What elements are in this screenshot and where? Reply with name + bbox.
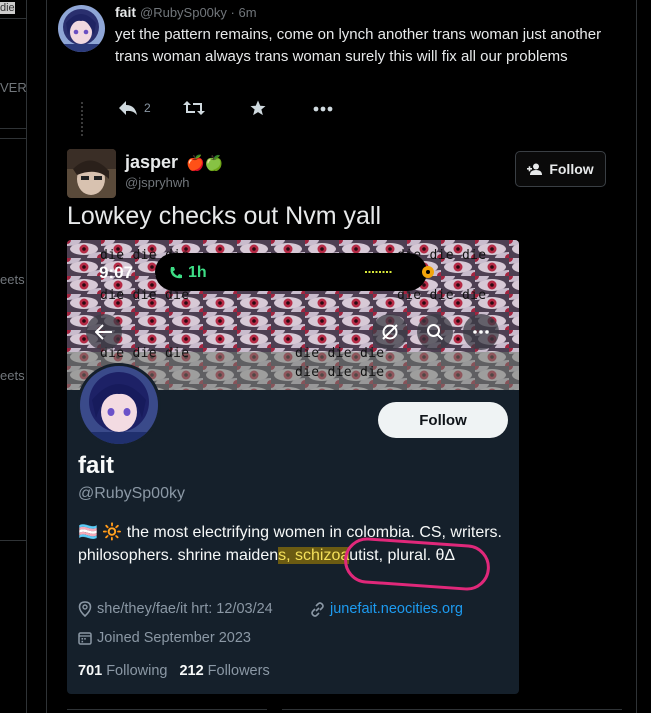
- avatar[interactable]: [67, 149, 116, 198]
- more-button[interactable]: [463, 314, 499, 350]
- followers-count[interactable]: 212 Followers: [179, 663, 269, 679]
- link-icon: [311, 601, 324, 617]
- bio-emoji: 🏳️‍⚧️ 🔆: [78, 524, 123, 541]
- profile-follow-button[interactable]: Follow: [378, 402, 508, 438]
- author-handle[interactable]: @RubySp00ky: [140, 5, 227, 20]
- author-handle-and-time[interactable]: @RubySp00ky · 6m: [140, 5, 257, 20]
- sidebar-stub: die: [0, 2, 15, 14]
- thread-line: [81, 102, 85, 136]
- profile-link[interactable]: junefait.neocities.org: [310, 601, 463, 617]
- banner-text: die die die: [295, 346, 385, 361]
- joined-text: Joined September 2023: [97, 630, 251, 646]
- back-button[interactable]: [86, 314, 122, 350]
- follow-button[interactable]: Follow: [515, 151, 606, 187]
- banner-text: die die die: [100, 346, 190, 361]
- divider: [0, 128, 26, 129]
- star-icon: [250, 100, 266, 116]
- follow-counts: 701 Following 212 Followers: [78, 663, 270, 679]
- profile-name: fait: [78, 452, 114, 479]
- banner-text: die die die: [295, 365, 385, 380]
- search-icon: [427, 324, 444, 341]
- reply-button[interactable]: 2: [118, 99, 151, 117]
- reply-count: 2: [144, 101, 151, 115]
- grok-icon: [382, 324, 398, 340]
- profile-location: she/they/fae/it hrt: 12/03/24: [78, 601, 273, 617]
- retweet-icon: [183, 101, 205, 115]
- call-duration: 1h: [188, 264, 207, 281]
- author-handle[interactable]: @jspryhwh: [125, 175, 190, 190]
- pronouns-text: she/they/fae/it hrt: 12/03/24: [97, 601, 273, 617]
- add-user-icon: [527, 163, 543, 175]
- calendar-icon: [78, 632, 92, 645]
- author-name[interactable]: fait: [115, 4, 136, 20]
- more-icon: [313, 106, 333, 112]
- divider: [67, 709, 267, 710]
- profile-handle: @RubySp00ky: [78, 485, 185, 502]
- divider: [0, 18, 26, 19]
- following-count[interactable]: 701 Following: [78, 663, 167, 679]
- name-emoji: 🍎🍏: [186, 155, 224, 172]
- sidebar-stub: eets: [0, 368, 25, 383]
- arrow-left-icon: [95, 324, 112, 340]
- location-icon: [78, 601, 92, 617]
- link-text[interactable]: junefait.neocities.org: [330, 601, 463, 617]
- tweet-text: Lowkey checks out Nvm yall: [67, 202, 382, 230]
- retweet-button[interactable]: [183, 100, 205, 116]
- sidebar-stub: VERS: [0, 80, 27, 95]
- favorite-button[interactable]: [249, 99, 267, 117]
- phone-icon: [170, 267, 182, 279]
- follow-label: Follow: [549, 161, 594, 177]
- tweet-text: yet the pattern remains, come on lynch a…: [115, 26, 602, 65]
- profile-avatar[interactable]: [77, 363, 161, 447]
- grok-button[interactable]: [372, 314, 408, 350]
- divider: [0, 138, 26, 139]
- avatar[interactable]: [58, 5, 105, 52]
- annotation-circle: [342, 535, 492, 593]
- more-button[interactable]: [313, 106, 333, 112]
- bio-highlight: s, schizoa: [278, 547, 350, 564]
- attached-image[interactable]: die die die die die die die die die die …: [67, 240, 519, 694]
- left-sidebar: die VERS eets eets: [0, 0, 27, 713]
- divider: [282, 709, 622, 710]
- column-border: [636, 0, 637, 713]
- sidebar-stub: eets: [0, 272, 25, 287]
- search-button[interactable]: [417, 314, 453, 350]
- profile-joined: Joined September 2023: [78, 630, 251, 646]
- reply-icon: [119, 101, 137, 115]
- call-indicator: 1h: [169, 264, 207, 282]
- author-name[interactable]: jasper: [125, 152, 178, 173]
- timestamp[interactable]: · 6m: [231, 5, 257, 20]
- more-icon: [473, 330, 489, 334]
- column-border: [46, 0, 47, 713]
- status-clock: 9:07: [99, 263, 134, 282]
- divider: [0, 540, 26, 541]
